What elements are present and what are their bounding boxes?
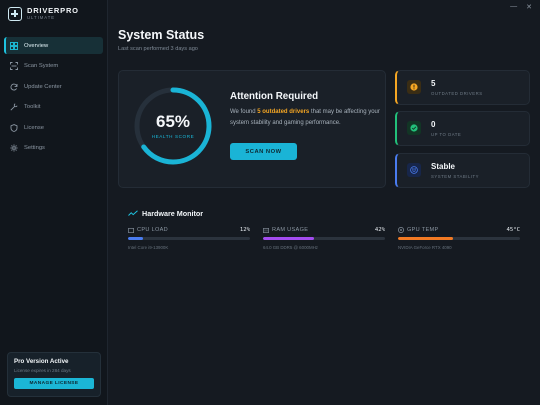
health-score-caption: HEALTH SCORE <box>151 134 195 139</box>
last-scan-text: Last scan performed 3 days ago <box>118 46 198 52</box>
sidebar-item-label: Toolkit <box>24 104 41 110</box>
refresh-icon <box>9 83 19 91</box>
hw-progress-fill <box>398 237 453 240</box>
sidebar-item-scan-system[interactable]: Scan System <box>4 58 103 75</box>
sidebar-item-license[interactable]: License <box>4 119 103 136</box>
hw-detail: NVIDIA GeForce RTX 4090 <box>398 244 452 250</box>
stat-label: SYSTEM STABILITY <box>431 174 480 179</box>
hw-progress-track <box>263 237 385 240</box>
hw-item-gpu: GPU TEMP 45°C NVIDIA GeForce RTX 4090 <box>398 227 520 250</box>
driverpro-logo-icon <box>8 7 22 21</box>
sidebar-item-label: Update Center <box>24 83 62 90</box>
sidebar-item-label: Scan System <box>24 63 59 69</box>
stat-label: OUTDATED DRIVERS <box>431 91 483 96</box>
health-score-value: 65% <box>155 112 191 131</box>
page-title: System Status <box>118 28 205 42</box>
scan-now-button[interactable]: SCAN NOW <box>230 143 297 160</box>
sidebar-nav: Overview Scan System Update Center Toolk… <box>4 37 103 160</box>
hw-value: 12% <box>239 227 250 233</box>
hw-detail: Intel Core i9-13900K <box>128 244 169 250</box>
stat-value: Stable <box>431 162 456 171</box>
scan-icon <box>9 62 19 70</box>
warning-icon <box>407 80 421 94</box>
stat-value: 5 <box>431 79 436 88</box>
check-icon <box>407 121 421 135</box>
hw-value: 45°C <box>506 227 520 233</box>
sidebar-item-toolkit[interactable]: Toolkit <box>4 99 103 116</box>
shield-icon <box>9 123 19 132</box>
sidebar: DRIVERPRO ULTIMATE Overview Scan System … <box>0 0 108 405</box>
brand-name: DRIVERPRO <box>27 6 79 15</box>
pulse-icon <box>128 210 138 217</box>
hw-name: GPU TEMP <box>407 227 439 233</box>
brand-sub: ULTIMATE <box>27 15 56 20</box>
close-icon[interactable]: ✕ <box>526 3 532 11</box>
hw-progress-fill <box>128 237 143 240</box>
pro-title: Pro Version Active <box>14 358 69 365</box>
thermometer-icon <box>398 227 404 233</box>
hardware-monitor-title: Hardware Monitor <box>128 209 203 218</box>
gear-icon <box>9 144 19 152</box>
brand: DRIVERPRO ULTIMATE <box>8 7 79 21</box>
stat-card-outdated: 5 OUTDATED DRIVERS <box>395 70 530 105</box>
sidebar-item-label: Settings <box>24 145 45 151</box>
health-panel: 65% HEALTH SCORE Attention Required We f… <box>118 70 386 188</box>
sidebar-item-update-center[interactable]: Update Center <box>4 78 103 95</box>
health-ring: 65% HEALTH SCORE <box>132 85 214 167</box>
stat-card-up-to-date: 0 UP TO DATE <box>395 111 530 146</box>
pro-expiry: License expires in 284 days <box>14 368 71 373</box>
hw-detail: 64.0 GB DDR5 @ 6000MHz <box>263 244 318 250</box>
ram-icon <box>263 227 269 233</box>
sidebar-item-overview[interactable]: Overview <box>4 37 103 54</box>
hw-value: 42% <box>374 227 385 233</box>
hw-name: RAM USAGE <box>272 227 309 233</box>
outdated-drivers-highlight: 5 outdated drivers <box>257 109 310 115</box>
hw-progress-track <box>128 237 250 240</box>
stat-card-stability: Stable SYSTEM STABILITY <box>395 153 530 188</box>
hw-item-cpu: CPU LOAD 12% Intel Core i9-13900K <box>128 227 250 250</box>
hw-name: CPU LOAD <box>137 227 168 233</box>
pro-license-card: Pro Version Active License expires in 28… <box>7 352 101 397</box>
cpu-icon <box>128 227 134 233</box>
smile-icon <box>407 163 421 177</box>
sidebar-item-label: Overview <box>24 42 49 49</box>
stat-label: UP TO DATE <box>431 132 462 137</box>
hw-progress-track <box>398 237 520 240</box>
attention-message: We found 5 outdated drivers that may be … <box>230 109 380 126</box>
hw-item-ram: RAM USAGE 42% 64.0 GB DDR5 @ 6000MHz <box>263 227 385 250</box>
stat-value: 0 <box>431 120 436 129</box>
wrench-icon <box>9 103 19 111</box>
dashboard-icon <box>9 41 19 50</box>
manage-license-button[interactable]: MANAGE LICENSE <box>14 378 94 389</box>
window-controls: — ✕ <box>510 3 532 11</box>
minimize-icon[interactable]: — <box>510 3 517 11</box>
attention-title: Attention Required <box>230 91 319 102</box>
sidebar-item-settings[interactable]: Settings <box>4 140 103 157</box>
sidebar-item-label: License <box>24 124 44 131</box>
hw-progress-fill <box>263 237 315 240</box>
